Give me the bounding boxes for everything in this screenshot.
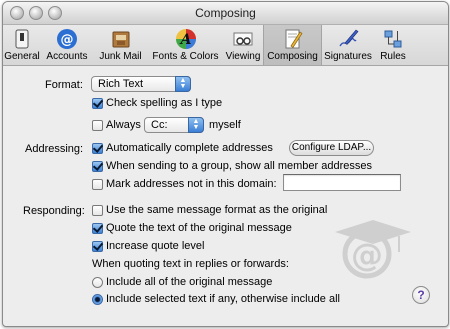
show-all-members-label: When sending to a group, show all member… bbox=[106, 160, 372, 172]
glasses-icon bbox=[233, 32, 253, 46]
include-selected-radio[interactable] bbox=[92, 294, 103, 305]
tab-viewing-label: Viewing bbox=[225, 51, 261, 62]
tab-viewing[interactable]: Viewing bbox=[223, 25, 263, 65]
title-bar: Composing bbox=[3, 2, 448, 25]
pencil-paper-icon bbox=[285, 29, 302, 49]
format-label: Format: bbox=[45, 79, 83, 91]
same-format-checkbox[interactable] bbox=[92, 205, 103, 216]
popup-arrows-icon: ▲ ▼ bbox=[175, 76, 191, 92]
always-recipient-popup[interactable]: Cc: ▲ ▼ bbox=[144, 117, 204, 133]
include-all-label: Include all of the original message bbox=[106, 276, 273, 288]
tab-general-label: General bbox=[4, 51, 40, 62]
window-title: Composing bbox=[195, 6, 256, 20]
rules-icon bbox=[384, 30, 402, 48]
tab-junk-mail[interactable]: Junk Mail bbox=[93, 25, 148, 65]
domain-field[interactable] bbox=[283, 174, 401, 191]
at-sign-icon: @ bbox=[57, 29, 77, 49]
format-popup-value: Rich Text bbox=[98, 78, 144, 90]
font-palette-icon: A bbox=[175, 29, 196, 49]
responding-label: Responding: bbox=[23, 205, 85, 217]
check-spelling-label: Check spelling as I type bbox=[106, 97, 223, 109]
mark-addresses-checkbox[interactable] bbox=[92, 179, 103, 190]
tab-composing-label: Composing bbox=[267, 51, 318, 62]
format-popup[interactable]: Rich Text ▲ ▼ bbox=[91, 76, 191, 92]
always-recipient-value: Cc: bbox=[151, 119, 168, 131]
always-suffix-label: myself bbox=[209, 119, 241, 131]
tab-signatures-label: Signatures bbox=[324, 51, 372, 62]
include-selected-label: Include selected text if any, otherwise … bbox=[106, 293, 340, 305]
addressing-label: Addressing: bbox=[25, 143, 84, 155]
signature-pen-icon bbox=[339, 29, 359, 47]
preferences-window: Composing General @ Accounts Junk Mail A… bbox=[2, 1, 449, 327]
configure-ldap-button[interactable]: Configure LDAP... bbox=[289, 140, 374, 156]
preferences-toolbar: General @ Accounts Junk Mail A Fonts & C… bbox=[3, 25, 448, 66]
tab-rules-label: Rules bbox=[380, 51, 406, 62]
general-switch-icon bbox=[15, 29, 29, 49]
auto-complete-label: Automatically complete addresses bbox=[106, 142, 273, 154]
svg-text:A: A bbox=[178, 32, 191, 48]
tab-fonts-colors[interactable]: A Fonts & Colors bbox=[148, 25, 223, 65]
show-all-members-checkbox[interactable] bbox=[92, 161, 103, 172]
increase-quote-checkbox[interactable] bbox=[92, 241, 103, 252]
tab-accounts-label: Accounts bbox=[46, 51, 88, 62]
popup-arrows-icon: ▲ ▼ bbox=[188, 117, 204, 133]
tab-composing[interactable]: Composing bbox=[263, 25, 322, 65]
mail-watermark-icon: @ bbox=[335, 220, 411, 279]
svg-text:@: @ bbox=[61, 33, 74, 48]
tab-general[interactable]: General bbox=[3, 25, 41, 65]
auto-complete-checkbox[interactable] bbox=[92, 143, 103, 154]
increase-quote-label: Increase quote level bbox=[106, 240, 205, 252]
tab-fonts-colors-label: Fonts & Colors bbox=[152, 51, 219, 62]
tab-junk-mail-label: Junk Mail bbox=[99, 51, 142, 62]
tab-accounts[interactable]: @ Accounts bbox=[41, 25, 93, 65]
junk-mail-icon bbox=[112, 31, 129, 48]
quoting-heading: When quoting text in replies or forwards… bbox=[92, 258, 289, 270]
tab-rules[interactable]: Rules bbox=[376, 25, 410, 65]
include-all-radio[interactable] bbox=[92, 277, 103, 288]
help-button[interactable]: ? bbox=[412, 286, 430, 304]
always-label: Always bbox=[106, 119, 141, 131]
always-checkbox[interactable] bbox=[92, 120, 103, 131]
tab-signatures[interactable]: Signatures bbox=[320, 25, 376, 65]
mark-addresses-label: Mark addresses not in this domain: bbox=[106, 178, 277, 190]
check-spelling-checkbox[interactable] bbox=[92, 98, 103, 109]
quote-text-label: Quote the text of the original message bbox=[106, 222, 292, 234]
quote-text-checkbox[interactable] bbox=[92, 223, 103, 234]
same-format-label: Use the same message format as the origi… bbox=[106, 204, 328, 216]
